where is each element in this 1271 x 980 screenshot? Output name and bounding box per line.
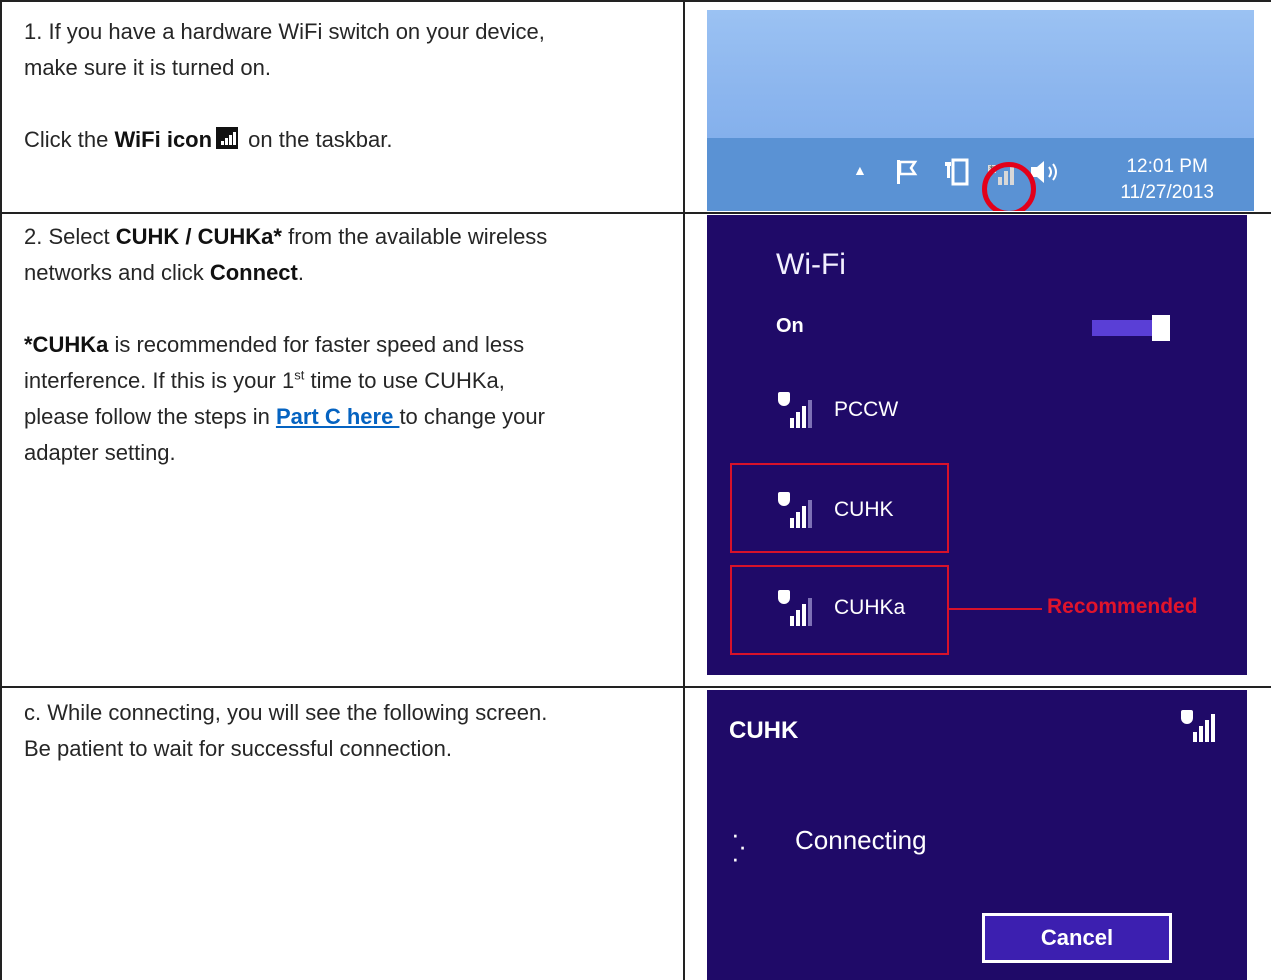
table-border-left: [0, 0, 2, 980]
table-border-top: [0, 0, 1271, 2]
step2-line5-prefix: please follow the steps in: [24, 404, 276, 429]
table-row-divider-2: [0, 686, 1271, 688]
step2-line4-suffix: time to use CUHKa,: [304, 368, 505, 393]
recommended-label: Recommended: [1047, 595, 1198, 618]
connecting-status: Connecting: [795, 825, 927, 855]
battery-icon[interactable]: [943, 156, 973, 188]
wifi-panel: Wi-Fi On PCCW CUHK CUHKa Recommended: [707, 215, 1247, 675]
network-item-cuhk[interactable]: CUHK: [776, 485, 996, 535]
chevron-up-icon[interactable]: ▲: [853, 162, 867, 178]
step2-line2: networks and click Connect.: [24, 255, 674, 291]
step2-line2-prefix: networks and click: [24, 260, 210, 285]
clock-time: 12:01 PM: [1126, 156, 1208, 177]
step2-line6: adapter setting.: [24, 440, 176, 465]
step2-line5-suffix: to change your: [399, 404, 545, 429]
wifi-icon: [216, 127, 239, 149]
step2-line5: please follow the steps in Part C here t…: [24, 399, 674, 435]
step3-line2: Be patient to wait for successful connec…: [24, 736, 453, 761]
flag-icon[interactable]: [895, 158, 921, 186]
taskbar-screenshot: ▲ * 12:01 PM 11/27/2013: [707, 10, 1254, 211]
highlight-circle: [982, 162, 1036, 211]
step2-line4: interference. If this is your 1st time t…: [24, 363, 674, 399]
step2-networks: CUHK / CUHKa*: [115, 224, 282, 249]
step2-line2-suffix: .: [297, 260, 304, 285]
wifi-on-label: On: [776, 315, 804, 337]
network-name: CUHKa: [834, 596, 906, 619]
connecting-panel: CUHK · · · Connecting Cancel: [707, 690, 1247, 980]
spinner-icon: · · ·: [731, 819, 747, 873]
wifi-toggle[interactable]: [1092, 315, 1170, 341]
step2-line1: 2. Select CUHK / CUHKa* from the availab…: [24, 219, 674, 255]
step1-line2: make sure it is turned on.: [24, 55, 272, 80]
step2-mid: from the available wireless: [281, 224, 548, 249]
step2-line4-prefix: interference. If this is your 1: [24, 368, 295, 393]
step2-line4-sup: st: [294, 367, 305, 383]
desktop-background: [707, 10, 1254, 138]
step1-line3: Click the WiFi icon on the taskbar.: [24, 122, 674, 158]
network-name: PCCW: [834, 398, 899, 421]
step2-line3: *CUHKa is recommended for faster speed a…: [24, 327, 674, 363]
taskbar: ▲ * 12:01 PM 11/27/2013: [707, 138, 1254, 211]
table-column-divider: [683, 0, 685, 980]
step3-text: c. While connecting, you will see the fo…: [24, 695, 674, 767]
table-row-divider-1: [0, 212, 1271, 214]
step2-rec-rest: is recommended for faster speed and less: [108, 332, 525, 357]
step2-prefix: 2. Select: [24, 224, 116, 249]
cancel-button[interactable]: Cancel: [982, 913, 1172, 963]
wifi-panel-title: Wi-Fi: [776, 248, 846, 281]
recommended-connector-line: [947, 608, 1042, 610]
step1-text: 1. If you have a hardware WiFi switch on…: [24, 14, 674, 158]
step3-line1: c. While connecting, you will see the fo…: [24, 700, 548, 725]
connecting-network-name: CUHK: [729, 717, 799, 744]
step2-rec-bold: *CUHKa: [24, 332, 109, 357]
secured-signal-icon: [776, 390, 826, 430]
part-c-link[interactable]: Part C here: [276, 404, 400, 429]
step2-text: 2. Select CUHK / CUHKa* from the availab…: [24, 219, 674, 471]
step1-line1: 1. If you have a hardware WiFi switch on…: [24, 19, 545, 44]
step2-connect: Connect: [209, 260, 298, 285]
step1-click-suffix: on the taskbar.: [242, 127, 393, 152]
network-item-pccw[interactable]: PCCW: [776, 385, 996, 435]
clock-date: 11/27/2013: [1120, 182, 1214, 203]
secured-signal-icon: [776, 490, 826, 530]
secured-signal-icon: [1179, 708, 1223, 744]
taskbar-clock[interactable]: 12:01 PM 11/27/2013: [1120, 154, 1214, 206]
network-name: CUHK: [834, 498, 894, 521]
secured-signal-icon: [776, 588, 826, 628]
wifi-icon-label: WiFi icon: [114, 127, 213, 152]
step1-click-prefix: Click the: [24, 127, 115, 152]
